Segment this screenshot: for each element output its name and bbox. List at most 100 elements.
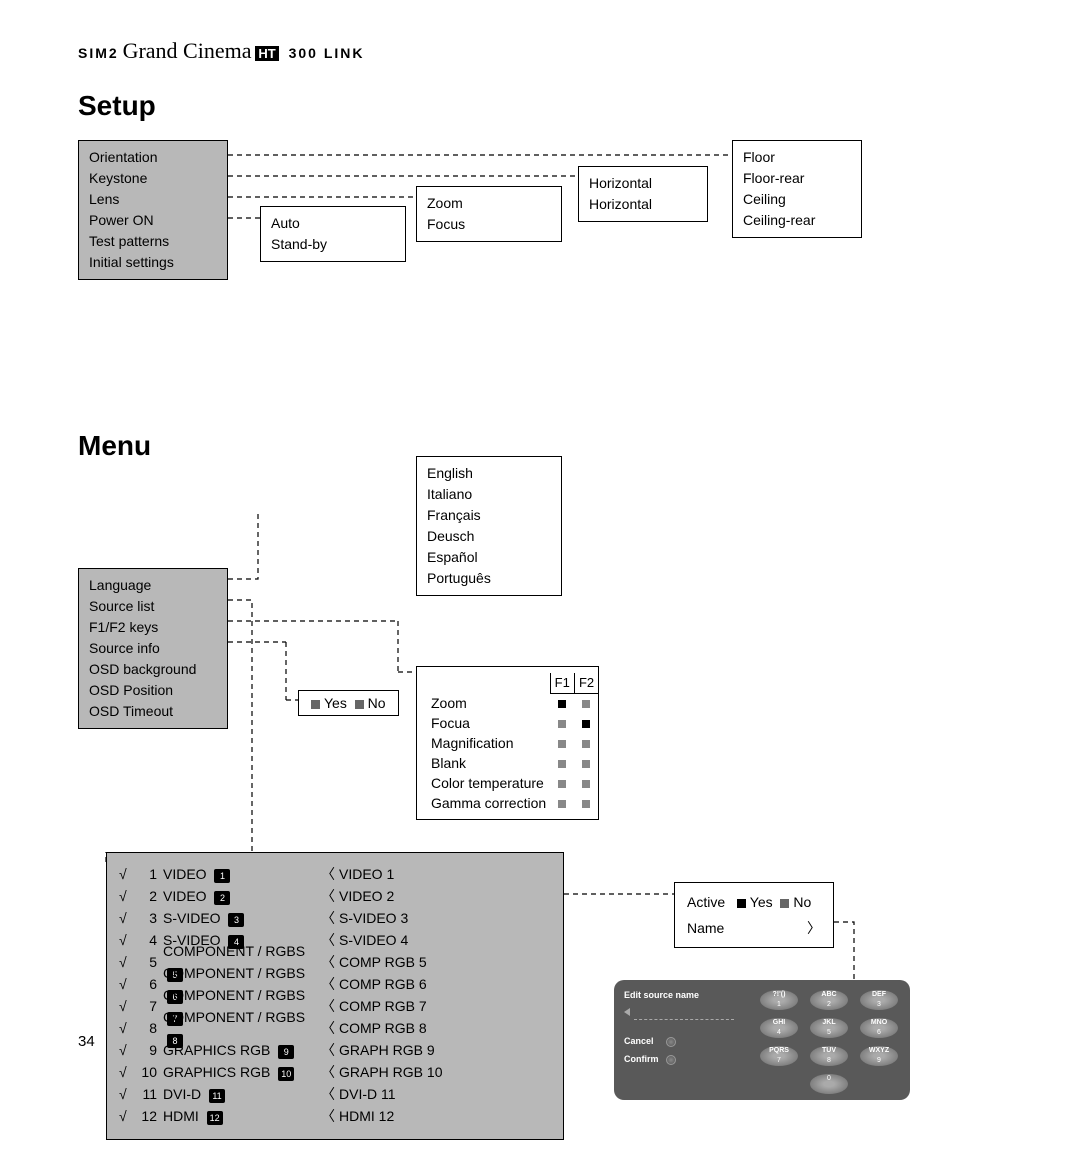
- source-row: √2VIDEO 2〈VIDEO 2: [119, 885, 551, 907]
- source-list-box: √1VIDEO 1〈VIDEO 1√2VIDEO 2〈VIDEO 2√3S-VI…: [106, 852, 564, 1140]
- source-num: 7: [137, 995, 157, 1017]
- chevron-left-icon: 〈: [317, 885, 339, 907]
- language-box: English Italiano Français Deusch Español…: [416, 456, 562, 596]
- setup-item: Orientation: [89, 147, 217, 168]
- lens-item: Focus: [427, 214, 551, 235]
- chevron-left-icon: 〈: [317, 951, 339, 973]
- f1f2-row-label: Magnification: [427, 733, 550, 753]
- chevron-left-icon: 〈: [317, 995, 339, 1017]
- menu-item: Language: [89, 575, 217, 596]
- power-item: Auto: [271, 213, 395, 234]
- keypad-key[interactable]: PQRS7: [760, 1046, 798, 1066]
- chevron-left-icon: 〈: [317, 1105, 339, 1127]
- check-icon: √: [119, 907, 137, 929]
- check-icon: √: [119, 885, 137, 907]
- keypad-key[interactable]: TUV8: [810, 1046, 848, 1066]
- brand-sim2: SIM2: [78, 45, 119, 61]
- check-icon: √: [119, 1039, 137, 1061]
- source-name: GRAPHICS RGB 9: [163, 1039, 317, 1061]
- orientation-item: Floor: [743, 147, 851, 168]
- edit-input[interactable]: [634, 1006, 734, 1020]
- setup-item: Keystone: [89, 168, 217, 189]
- keypad-key[interactable]: JKL5: [810, 1018, 848, 1038]
- source-num: 2: [137, 885, 157, 907]
- orientation-item: Ceiling-rear: [743, 210, 851, 231]
- source-right: HDMI 12: [339, 1105, 551, 1127]
- source-badge: 3: [228, 913, 244, 927]
- lang-item: Español: [427, 547, 551, 568]
- setup-item: Test patterns: [89, 231, 217, 252]
- check-icon: √: [119, 973, 137, 995]
- source-right: DVI-D 11: [339, 1083, 551, 1105]
- chevron-left-icon: 〈: [317, 929, 339, 951]
- f1f2-row-label: Gamma correction: [427, 793, 550, 813]
- active-label: Active: [687, 894, 725, 910]
- chevron-left-icon: 〈: [317, 863, 339, 885]
- keypad-key[interactable]: ABC2: [810, 990, 848, 1010]
- orientation-box: Floor Floor-rear Ceiling Ceiling-rear: [732, 140, 862, 238]
- setup-main-box: Orientation Keystone Lens Power ON Test …: [78, 140, 228, 280]
- source-right: GRAPH RGB 9: [339, 1039, 551, 1061]
- source-right: COMP RGB 6: [339, 973, 551, 995]
- power-item: Stand-by: [271, 234, 395, 255]
- no-label: No: [368, 695, 386, 711]
- menu-item: Source list: [89, 596, 217, 617]
- setup-diagram: Orientation Keystone Lens Power ON Test …: [78, 140, 1002, 380]
- menu-main-box: Language Source list F1/F2 keys Source i…: [78, 568, 228, 729]
- source-num: 11: [137, 1083, 157, 1105]
- source-row: √8COMPONENT / RGBS 8〈COMP RGB 8: [119, 1017, 551, 1039]
- yes-label: Yes: [324, 695, 347, 711]
- brand-cursive: Grand Cinema: [123, 38, 252, 63]
- keypad-key[interactable]: DEF3: [860, 990, 898, 1010]
- keypad-key[interactable]: WXYZ9: [860, 1046, 898, 1066]
- source-row: √3S-VIDEO 3〈S-VIDEO 3: [119, 907, 551, 929]
- f1f2-row-label: Blank: [427, 753, 550, 773]
- menu-item: OSD background: [89, 659, 217, 680]
- source-name: DVI-D 11: [163, 1083, 317, 1105]
- check-icon: √: [119, 1105, 137, 1127]
- f2-header: F2: [574, 673, 598, 693]
- source-row: √11DVI-D 11〈DVI-D 11: [119, 1083, 551, 1105]
- yes-no-box: Yes No: [298, 690, 399, 716]
- f1f2-row-label: Zoom: [427, 693, 550, 713]
- keypad-key[interactable]: 0: [810, 1074, 848, 1094]
- source-num: 1: [137, 863, 157, 885]
- source-name: VIDEO 1: [163, 863, 317, 885]
- check-icon: √: [119, 863, 137, 885]
- source-num: 8: [137, 1017, 157, 1039]
- edit-source-panel: Edit source name Cancel Confirm ?!'()1AB…: [614, 980, 910, 1100]
- chevron-left-icon: 〈: [317, 1039, 339, 1061]
- check-icon: √: [119, 929, 137, 951]
- keystone-box: Horizontal Horizontal: [578, 166, 708, 222]
- active-name-label: Name: [687, 917, 724, 939]
- keypad-key[interactable]: GHI4: [760, 1018, 798, 1038]
- source-num: 9: [137, 1039, 157, 1061]
- menu-item: OSD Timeout: [89, 701, 217, 722]
- lens-box: Zoom Focus: [416, 186, 562, 242]
- brand-link: 300 LINK: [289, 45, 365, 61]
- active-yes: Yes: [750, 894, 773, 910]
- lens-item: Zoom: [427, 193, 551, 214]
- brand-ht: HT: [255, 46, 278, 61]
- source-num: 12: [137, 1105, 157, 1127]
- page-header: SIM2 Grand Cinema HT 300 LINK: [78, 38, 1002, 64]
- check-icon: √: [119, 1083, 137, 1105]
- f1f2-row-label: Focua: [427, 713, 550, 733]
- keypad-key[interactable]: MNO6: [860, 1018, 898, 1038]
- source-num: 3: [137, 907, 157, 929]
- source-row: √12HDMI 12〈HDMI 12: [119, 1105, 551, 1127]
- source-badge: 11: [209, 1089, 225, 1103]
- check-icon: √: [119, 951, 137, 973]
- chevron-right-icon: 〉: [807, 917, 821, 939]
- source-num: 4: [137, 929, 157, 951]
- cancel-button[interactable]: [666, 1037, 676, 1047]
- keypad-key[interactable]: ?!'()1: [760, 990, 798, 1010]
- menu-item: OSD Position: [89, 680, 217, 701]
- check-icon: √: [119, 995, 137, 1017]
- setup-heading: Setup: [78, 90, 1002, 122]
- lang-item: Français: [427, 505, 551, 526]
- setup-item: Initial settings: [89, 252, 217, 273]
- source-badge: 9: [278, 1045, 294, 1059]
- confirm-button[interactable]: [666, 1055, 676, 1065]
- source-badge: 12: [207, 1111, 223, 1125]
